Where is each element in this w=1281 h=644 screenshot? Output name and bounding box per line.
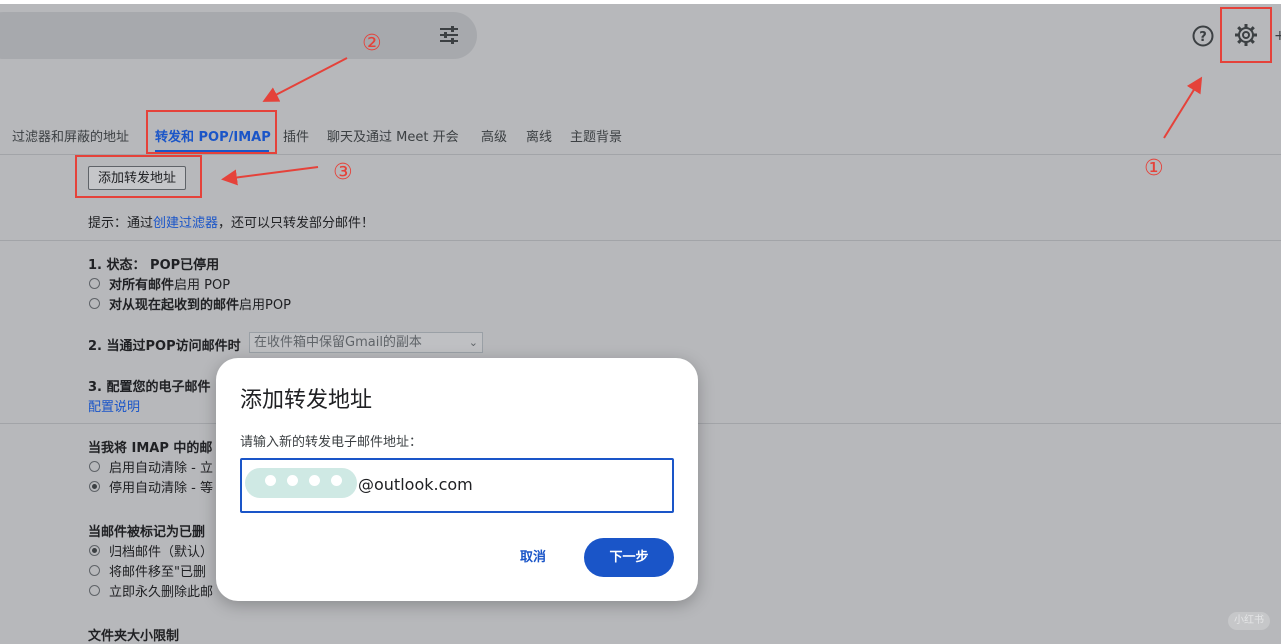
annotation-step-2: ②	[362, 31, 382, 56]
dialog-title: 添加转发地址	[240, 388, 373, 413]
cancel-button[interactable]: 取消	[520, 546, 546, 565]
annotation-step-3: ③	[333, 160, 353, 185]
add-forwarding-dialog: 添加转发地址 请输入新的转发电子邮件地址： @outlook.com 取消 下一…	[216, 358, 698, 601]
watermark-logo: 小红书	[1228, 612, 1270, 630]
redaction-mask	[245, 468, 357, 498]
annotation-step-1: ①	[1144, 156, 1164, 181]
forwarding-email-input[interactable]: @outlook.com	[240, 458, 674, 513]
email-domain-value: @outlook.com	[358, 475, 473, 494]
dialog-prompt: 请输入新的转发电子邮件地址：	[240, 435, 423, 450]
next-button[interactable]: 下一步	[584, 538, 674, 577]
